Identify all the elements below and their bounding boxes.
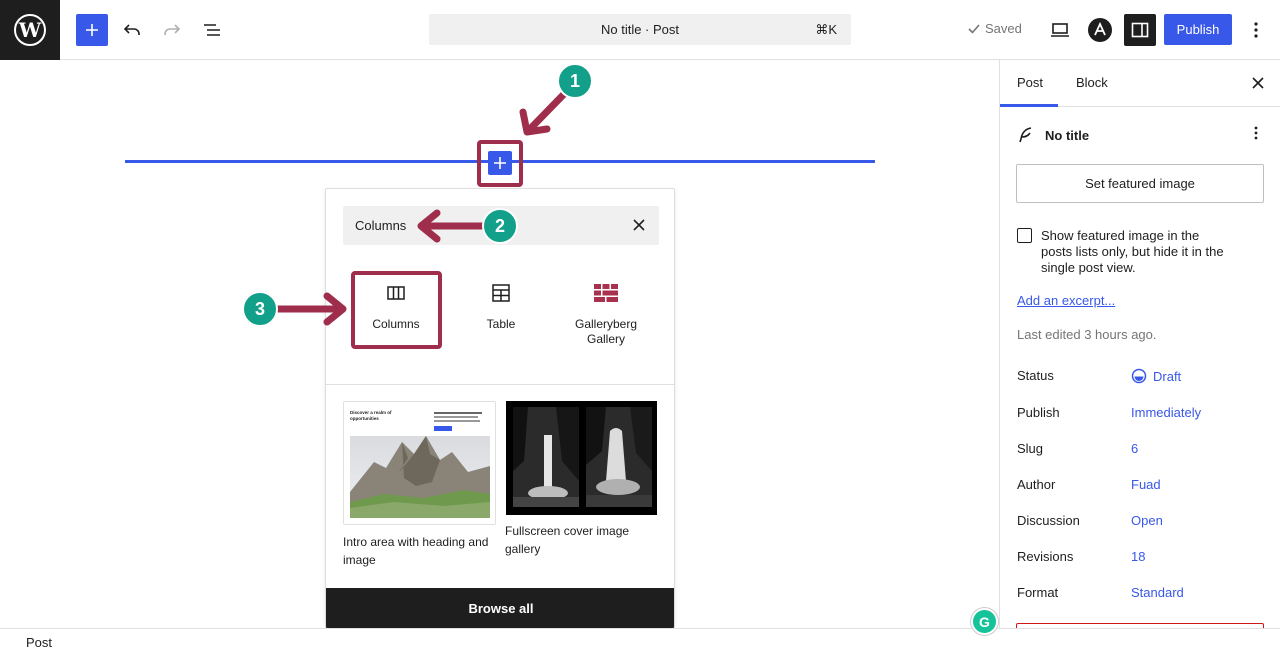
annotation-badge-1: 1: [557, 63, 593, 99]
vertical-ellipsis-icon: [1254, 126, 1258, 140]
settings-sidebar: Post Block No title Set featured image S…: [999, 60, 1280, 633]
close-sidebar-button[interactable]: [1249, 74, 1267, 92]
tab-block[interactable]: Block: [1076, 75, 1108, 90]
annotation-badge-3: 3: [242, 291, 278, 327]
meta-row-format: Format Standard: [1017, 585, 1267, 605]
meta-label: Publish: [1017, 405, 1060, 420]
post-actions-button[interactable]: [1254, 126, 1258, 143]
meta-row-slug: Slug 6: [1017, 441, 1267, 461]
last-edited-text: Last edited 3 hours ago.: [1017, 327, 1157, 342]
grammarly-button[interactable]: G: [971, 608, 998, 635]
feather-icon: [1019, 127, 1032, 143]
draft-status-icon: [1131, 368, 1147, 384]
tab-post[interactable]: Post: [1017, 75, 1043, 90]
revisions-link[interactable]: 18: [1131, 549, 1145, 564]
meta-label: Revisions: [1017, 549, 1074, 564]
meta-label: Status: [1017, 368, 1054, 383]
annotation-badge-2: 2: [482, 208, 518, 244]
meta-row-discussion: Discussion Open: [1017, 513, 1267, 533]
author-button[interactable]: Fuad: [1131, 477, 1161, 492]
format-button[interactable]: Standard: [1131, 585, 1184, 600]
block-breadcrumb-bar: Post: [0, 628, 1280, 653]
meta-row-status: Status Draft: [1017, 368, 1267, 388]
post-title: No title: [1045, 127, 1090, 143]
meta-label: Format: [1017, 585, 1059, 600]
breadcrumb-post[interactable]: Post: [26, 635, 52, 650]
active-tab-indicator: [1000, 104, 1058, 107]
sidebar-tabs: Post Block: [1000, 60, 1280, 107]
status-value-button[interactable]: Draft: [1131, 368, 1181, 384]
add-excerpt-link[interactable]: Add an excerpt...: [1017, 293, 1115, 308]
meta-row-revisions: Revisions 18: [1017, 549, 1267, 569]
discussion-button[interactable]: Open: [1131, 513, 1163, 528]
meta-row-author: Author Fuad: [1017, 477, 1267, 497]
arrow-step-1-shaft: [527, 88, 570, 132]
slug-button[interactable]: 6: [1131, 441, 1138, 456]
meta-label: Discussion: [1017, 513, 1080, 528]
meta-label: Slug: [1017, 441, 1044, 456]
hide-featured-image-checkbox[interactable]: [1017, 228, 1032, 243]
set-featured-image-button[interactable]: Set featured image: [1016, 164, 1264, 203]
post-summary-header: No title: [1017, 124, 1267, 146]
status-value: Draft: [1153, 368, 1182, 384]
meta-row-publish: Publish Immediately: [1017, 405, 1267, 425]
close-icon: [1252, 77, 1264, 89]
meta-label: Author: [1017, 477, 1056, 492]
hide-featured-image-label: Show featured image in the posts lists o…: [1041, 228, 1224, 275]
publish-date-button[interactable]: Immediately: [1131, 405, 1201, 420]
